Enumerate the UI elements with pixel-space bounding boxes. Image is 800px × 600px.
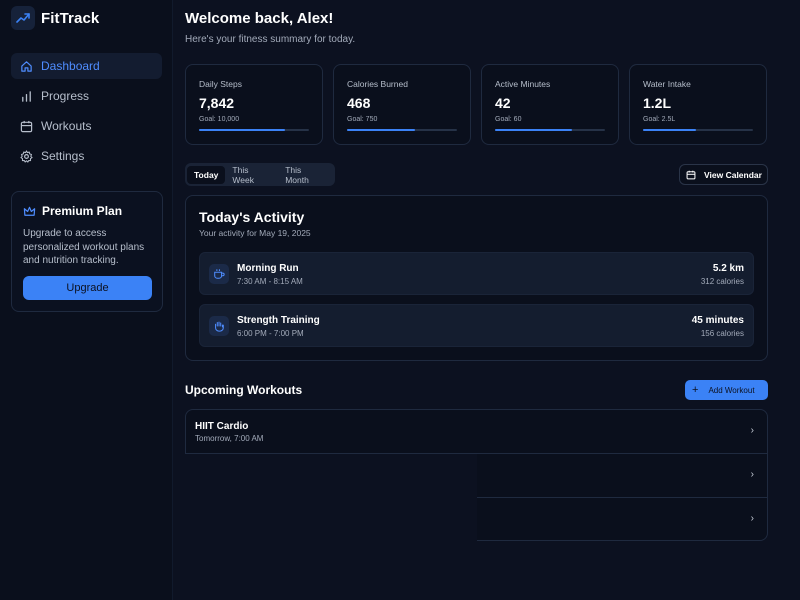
activity-name: Strength Training: [237, 315, 320, 326]
sidebar-item-progress[interactable]: Progress: [11, 83, 162, 109]
sidebar-item-workouts[interactable]: Workouts: [11, 113, 162, 139]
list-item[interactable]: HIIT Cardio Tomorrow, 7:00 AM ›: [186, 410, 767, 454]
plus-icon: +: [692, 384, 699, 396]
activity-time: 6:00 PM - 7:00 PM: [237, 329, 304, 338]
period-tabs: Today This Week This Month: [185, 163, 335, 186]
upgrade-button[interactable]: Upgrade: [23, 276, 152, 300]
todays-activity-card: Today's Activity Your activity for May 1…: [185, 195, 768, 361]
stat-label: Calories Burned: [347, 79, 408, 89]
premium-title-text: Premium Plan: [42, 204, 123, 218]
crown-icon: [23, 205, 36, 218]
stat-value: 7,842: [199, 95, 235, 111]
chevron-right-icon: ›: [750, 469, 754, 480]
chevron-right-icon: ›: [750, 513, 754, 524]
workout-time: Tomorrow, 7:00 AM: [195, 434, 264, 443]
stat-progress-fill: [199, 129, 285, 131]
brand[interactable]: FitTrack: [11, 6, 99, 30]
activity-title: Today's Activity: [199, 209, 305, 225]
coffee-icon: [209, 264, 229, 284]
stat-progress-bar: [643, 129, 753, 131]
stat-card-calories: Calories Burned 468 Goal: 750: [333, 64, 471, 145]
stat-progress-bar: [495, 129, 605, 131]
activity-calories: 156 calories: [700, 329, 744, 338]
upcoming-workouts-title: Upcoming Workouts: [185, 383, 303, 397]
sidebar-nav: Dashboard Progress Workouts Settings: [11, 53, 162, 173]
sidebar-item-label: Dashboard: [41, 59, 100, 73]
bar-chart-icon: [19, 89, 33, 103]
activity-calories: 312 calories: [700, 277, 744, 286]
calendar-icon: [19, 119, 33, 133]
page-subtitle: Here's your fitness summary for today.: [185, 34, 356, 45]
activity-item[interactable]: Strength Training 6:00 PM - 7:00 PM 45 m…: [199, 304, 754, 347]
sidebar-item-label: Progress: [41, 89, 90, 103]
activity-name: Morning Run: [237, 263, 299, 274]
stat-value: 468: [347, 95, 371, 111]
stat-goal: Goal: 2.5L: [643, 116, 676, 123]
home-icon: [19, 59, 33, 73]
unrendered-region: [173, 454, 477, 600]
stat-card-water: Water Intake 1.2L Goal: 2.5L: [629, 64, 767, 145]
tab-this-month[interactable]: This Month: [278, 165, 333, 185]
sidebar-item-label: Settings: [41, 149, 85, 163]
stat-goal: Goal: 10,000: [199, 116, 240, 123]
premium-description: Upgrade to access personalized workout p…: [23, 228, 145, 266]
view-calendar-button[interactable]: View Calendar: [679, 164, 768, 185]
tab-today[interactable]: Today: [187, 165, 226, 184]
add-workout-label: Add Workout: [708, 385, 755, 395]
sidebar: FitTrack Dashboard Progress Workouts Set…: [0, 0, 173, 600]
stat-progress-bar: [199, 129, 309, 131]
chevron-right-icon: ›: [750, 425, 754, 436]
stat-value: 1.2L: [643, 95, 672, 111]
activity-amount: 45 minutes: [691, 315, 744, 326]
stat-progress-bar: [347, 129, 457, 131]
stat-card-steps: Daily Steps 7,842 Goal: 10,000: [185, 64, 323, 145]
stats-row: Daily Steps 7,842 Goal: 10,000 Calories …: [185, 64, 767, 145]
stat-label: Daily Steps: [199, 79, 242, 89]
page-title: Welcome back, Alex!: [185, 10, 334, 27]
activity-item[interactable]: Morning Run 7:30 AM - 8:15 AM 5.2 km 312…: [199, 252, 754, 295]
sidebar-item-label: Workouts: [41, 119, 92, 133]
stat-progress-fill: [347, 129, 416, 131]
stat-goal: Goal: 750: [347, 116, 378, 123]
premium-card: Premium Plan Upgrade to access personali…: [11, 191, 163, 312]
view-calendar-label: View Calendar: [704, 169, 762, 180]
stat-goal: Goal: 60: [495, 116, 522, 123]
activity-time: 7:30 AM - 8:15 AM: [237, 277, 303, 286]
hand-icon: [209, 316, 229, 336]
stat-progress-fill: [495, 129, 572, 131]
add-workout-button[interactable]: + Add Workout: [685, 380, 768, 400]
calendar-icon: [686, 170, 696, 180]
stat-label: Water Intake: [643, 79, 691, 89]
activity-amount: 5.2 km: [712, 263, 744, 274]
gear-icon: [19, 149, 33, 163]
tab-this-week[interactable]: This Week: [225, 165, 278, 185]
stat-label: Active Minutes: [495, 79, 551, 89]
stat-value: 42: [495, 95, 511, 111]
sidebar-item-settings[interactable]: Settings: [11, 143, 162, 169]
stat-card-active-minutes: Active Minutes 42 Goal: 60: [481, 64, 619, 145]
sidebar-item-dashboard[interactable]: Dashboard: [11, 53, 162, 79]
workout-name: HIIT Cardio: [195, 421, 249, 432]
premium-title: Premium Plan: [23, 204, 151, 218]
activity-subtitle: Your activity for May 19, 2025: [199, 228, 311, 238]
trending-up-icon: [11, 6, 35, 30]
app-name: FitTrack: [41, 9, 100, 27]
stat-progress-fill: [643, 129, 696, 131]
